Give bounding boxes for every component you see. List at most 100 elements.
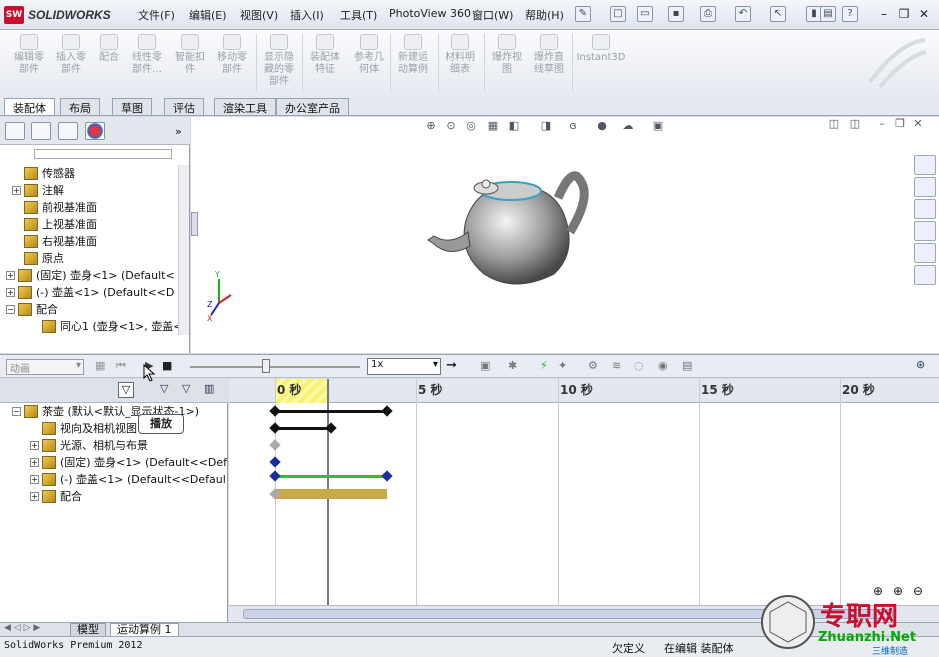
open-icon[interactable]: ▭ [637,6,653,22]
playback-speed-select[interactable]: 1x ▾ [367,358,441,375]
viewport-link-icon[interactable]: ◫ [846,117,864,133]
feature-tree-item[interactable]: 上视基准面 [12,216,97,232]
expand-toggle-icon[interactable]: + [30,474,39,484]
appearance-tab-icon[interactable] [85,122,105,140]
key-point[interactable] [269,405,281,417]
new-doc-icon[interactable]: □ [610,6,626,22]
feature-tree-item[interactable]: + 注解 [12,182,64,198]
view-orientation-icon[interactable]: ◧ [505,119,523,135]
filter-selected-icon[interactable]: ▽ [182,382,190,395]
doc-minimize-icon[interactable]: – [873,117,891,133]
save-icon[interactable]: ▪ [668,6,684,22]
key-point[interactable] [381,470,393,482]
pin-icon[interactable]: ✎ [575,6,591,22]
minimize-icon[interactable]: – [876,6,892,22]
tab-assembly[interactable]: 装配体 [4,98,55,115]
print-icon[interactable]: ⎙ [700,6,716,22]
options-icon[interactable]: ▤ [820,6,836,22]
playback-slider[interactable] [190,366,360,368]
calculate-icon[interactable]: ▦ [95,359,105,372]
help-icon[interactable]: ? [842,6,858,22]
tab-sketch[interactable]: 草图 [112,98,152,115]
key-point[interactable] [269,422,281,434]
undo-icon[interactable]: ↶ [735,6,751,22]
add-key-icon[interactable]: ✦ [558,359,567,372]
study-type-select[interactable]: 动画 ▾ [6,359,84,375]
key-point[interactable] [269,470,281,482]
autokey-icon[interactable]: ⚡ [540,359,548,372]
spring-icon[interactable]: ≋ [612,359,621,372]
graphics-viewport[interactable]: ⊕ ⊙ ◎ ▦ ◧ ◨ ɞ ● ☁ ▣ ◫ ◫ – ❐ ✕ Y Z X [191,117,939,353]
filter-input[interactable] [34,149,172,159]
property-manager-tab-icon[interactable] [31,122,51,140]
feature-tree-item[interactable]: + (固定) 壶身<1> (Default< [6,267,175,283]
custom-properties-icon[interactable] [914,265,936,285]
doc-restore-icon[interactable]: ❐ [891,117,909,133]
zoom-fit-icon[interactable]: ⊕ [422,119,440,135]
motion-tree-item[interactable]: 视向及相机视图 [30,420,137,436]
menu-photoview[interactable]: PhotoView 360 [389,7,471,20]
gravity-icon[interactable]: ◉ [658,359,668,372]
feature-tree-item[interactable]: 同心1 (壶身<1>, 壶盖< [30,318,178,334]
view-palette-icon[interactable] [914,221,936,241]
hide-show-icon[interactable]: ɞ [564,119,582,135]
motion-tree-item[interactable]: + (-) 壶盖<1> (Default<<Defaul [30,471,226,487]
collapse-panel-icon[interactable]: ⊛ [916,358,925,371]
app-logo[interactable]: SW SOLIDWORKS [4,5,124,25]
filter-results-icon[interactable]: ▥ [204,382,214,395]
contact-icon[interactable]: ◌ [634,359,644,372]
expand-toggle-icon[interactable]: + [30,457,39,467]
previous-view-icon[interactable]: ◎ [462,119,480,135]
feature-tree-item[interactable]: 原点 [12,250,64,266]
feature-tree-item[interactable]: 右视基准面 [12,233,97,249]
expand-toggle-icon[interactable]: + [6,270,15,280]
feature-tree-item[interactable]: + (-) 壶盖<1> (Default<<D [6,284,174,300]
panel-collapse-handle[interactable] [191,212,198,236]
play-from-start-icon[interactable]: ⏮ [116,359,126,373]
appearances-icon[interactable] [914,243,936,263]
file-explorer-icon[interactable] [914,199,936,219]
menu-tools[interactable]: 工具(T) [340,7,377,23]
tab-evaluate[interactable]: 评估 [164,98,204,115]
tab-nav-icon[interactable]: ◀ ◁ ▷ ▶ [4,623,40,633]
expand-toggle-icon[interactable]: + [6,287,15,297]
close-icon[interactable]: ✕ [916,6,932,22]
key-point[interactable] [269,456,281,468]
menu-file[interactable]: 文件(F) [138,7,175,23]
timeline-area[interactable]: 0 秒 5 秒 10 秒 15 秒 20 秒 ⊕ ⊕ ⊖ [229,379,939,622]
results-icon[interactable]: ▤ [682,359,692,372]
tree-scrollbar[interactable] [178,165,189,335]
restore-icon[interactable]: ❐ [896,6,912,22]
select-icon[interactable]: ↖ [770,6,786,22]
motor-icon[interactable]: ⚙ [588,359,598,372]
tab-model[interactable]: 模型 [70,623,106,637]
feature-tree-item[interactable]: 前视基准面 [12,199,97,215]
stop-button[interactable]: ■ [162,359,172,372]
view-settings-icon[interactable]: ▣ [649,119,667,135]
display-style-icon[interactable]: ◨ [537,119,555,135]
menu-window[interactable]: 窗口(W) [472,7,513,23]
motion-tree-item[interactable]: + (固定) 壶身<1> (Default<<Def [30,454,227,470]
expand-toggle-icon[interactable]: − [6,304,15,314]
edit-appearance-icon[interactable]: ● [593,119,611,135]
expand-toggle-icon[interactable]: + [30,440,39,450]
configuration-tab-icon[interactable] [58,122,78,140]
motion-tree-item[interactable]: + 配合 [30,488,82,504]
explode-line-sketch-button[interactable]: 爆炸直 线草图 [520,34,578,94]
scene-icon[interactable]: ☁ [619,119,637,135]
menu-view[interactable]: 视图(V) [240,7,278,23]
filter-animated-icon[interactable]: ▽ [118,382,134,398]
menu-insert[interactable]: 插入(I) [290,7,324,23]
key-point[interactable] [269,439,281,451]
key-point[interactable] [381,405,393,417]
section-view-icon[interactable]: ▦ [484,119,502,135]
animation-wizard-icon[interactable]: ✱ [508,359,517,372]
tab-motion-study[interactable]: 运动算例 1 [110,623,179,637]
expand-toggle-icon[interactable]: + [30,491,39,501]
feature-tree-item[interactable]: 传感器 [12,165,75,181]
tab-layout[interactable]: 布局 [60,98,100,115]
design-library-icon[interactable] [914,177,936,197]
instant3d-button[interactable]: Instant3D [572,34,630,94]
zoom-area-icon[interactable]: ⊙ [442,119,460,135]
feature-tree-tab-icon[interactable] [5,122,25,140]
